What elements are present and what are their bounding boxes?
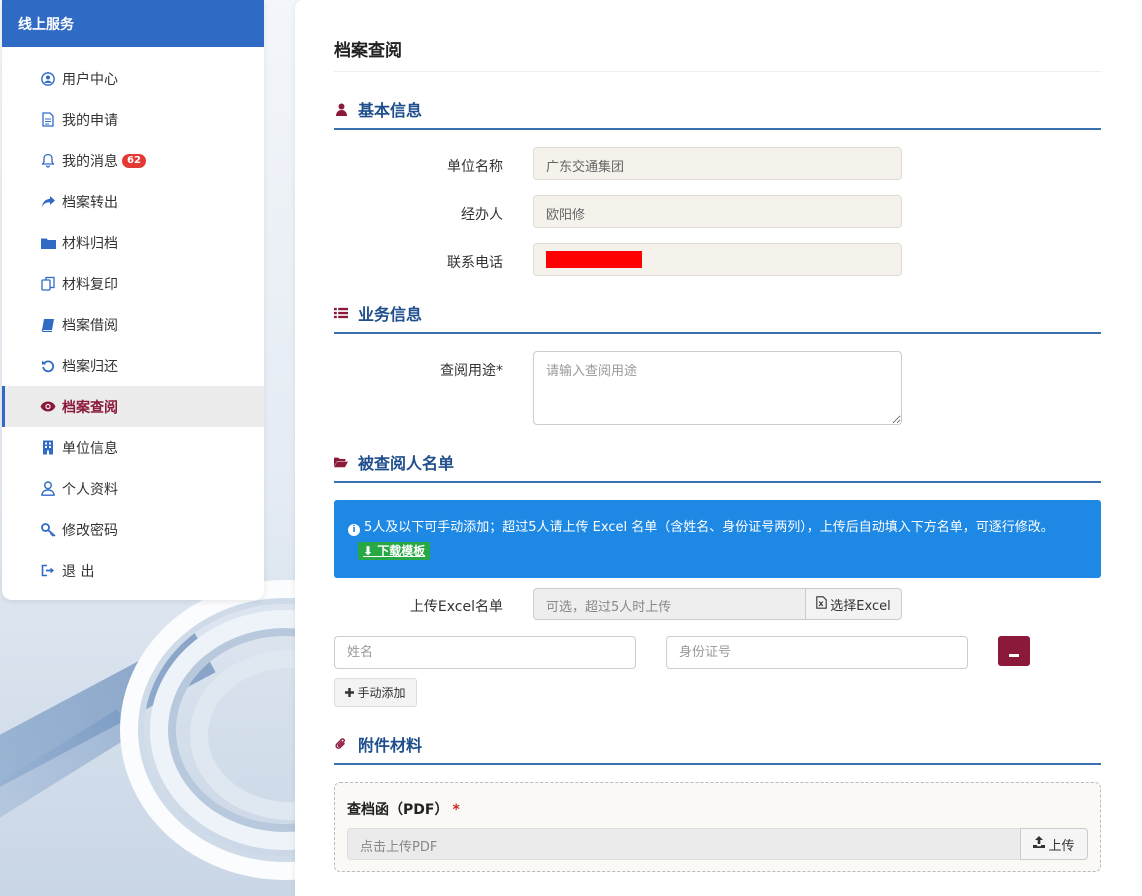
- sidebar-item-label: 材料复印: [62, 276, 118, 293]
- key-icon: [40, 522, 56, 538]
- main-panel: 档案查阅 基本信息 单位名称 广东交通集团 经办人 欧阳修 联系电话 业务信息 …: [295, 0, 1142, 896]
- upload-excel-label: 上传Excel名单: [409, 599, 503, 615]
- inquiry-letter-text: 查档函（PDF）: [347, 802, 449, 818]
- section-person-list: 被查阅人名单: [334, 449, 1101, 483]
- purpose-textarea[interactable]: [533, 351, 902, 425]
- person-name-input[interactable]: [334, 636, 636, 669]
- section-title: 附件材料: [358, 736, 423, 755]
- sidebar-item-user-center[interactable]: 用户中心: [2, 58, 264, 99]
- download-template-button[interactable]: ⬇ 下载模板: [358, 542, 431, 560]
- excel-upload-group: 可选，超过5人时上传 选择Excel: [533, 588, 902, 620]
- sidebar-item-label: 个人资料: [62, 481, 118, 498]
- sidebar-title: 线上服务: [2, 0, 264, 47]
- purpose-label: 查阅用途*: [440, 363, 503, 379]
- minus-icon: [1009, 642, 1019, 661]
- sidebar: 线上服务 用户中心 我的申请 我的消息 62 档案转出 材料归档 材料复印 档案…: [2, 0, 264, 600]
- remove-row-button[interactable]: [998, 636, 1030, 666]
- sidebar-item-logout[interactable]: 退 出: [2, 550, 264, 591]
- sidebar-item-change-password[interactable]: 修改密码: [2, 509, 264, 550]
- sidebar-item-my-messages[interactable]: 我的消息 62: [2, 140, 264, 181]
- attachment-dropzone: 查档函（PDF） * 点击上传PDF 上传: [334, 782, 1101, 872]
- folder-icon: [40, 235, 56, 251]
- excel-file-icon: [816, 595, 828, 613]
- upload-icon: [1033, 836, 1046, 852]
- sidebar-item-archive-inquiry[interactable]: 档案查阅: [2, 386, 264, 427]
- sidebar-item-label: 用户中心: [62, 71, 118, 88]
- undo-icon: [40, 358, 56, 374]
- handler-field: 欧阳修: [533, 195, 902, 228]
- unit-name-label: 单位名称: [447, 159, 503, 175]
- paperclip-icon: [334, 737, 348, 751]
- sidebar-item-label: 档案查阅: [62, 399, 118, 416]
- manual-add-label: 手动添加: [357, 686, 406, 700]
- handler-label: 经办人: [461, 207, 503, 223]
- sidebar-item-my-applications[interactable]: 我的申请: [2, 99, 264, 140]
- upload-pdf-label: 上传: [1048, 838, 1075, 854]
- download-template-label: 下载模板: [377, 544, 426, 558]
- copy-icon: [40, 276, 56, 292]
- manual-add-button[interactable]: 手动添加: [334, 678, 417, 707]
- plus-icon: [345, 686, 355, 700]
- sidebar-item-label: 材料归档: [62, 235, 118, 252]
- user-circle-icon: [40, 71, 56, 87]
- sidebar-item-archive-transfer[interactable]: 档案转出: [2, 181, 264, 222]
- sidebar-item-label: 单位信息: [62, 440, 118, 457]
- choose-excel-button[interactable]: 选择Excel: [805, 588, 902, 620]
- section-title: 基本信息: [358, 101, 423, 120]
- sidebar-item-label: 档案借阅: [62, 317, 118, 334]
- sidebar-item-material-copy[interactable]: 材料复印: [2, 263, 264, 304]
- sidebar-menu: 用户中心 我的申请 我的消息 62 档案转出 材料归档 材料复印 档案借阅 档案…: [2, 47, 264, 591]
- background-illustration: [0, 560, 300, 896]
- share-arrow-icon: [40, 194, 56, 210]
- user-icon: [334, 103, 348, 116]
- section-basic-info: 基本信息: [334, 96, 1101, 130]
- message-count-badge: 62: [122, 153, 146, 168]
- sidebar-item-archive-borrow[interactable]: 档案借阅: [2, 304, 264, 345]
- sidebar-item-label: 修改密码: [62, 522, 118, 539]
- section-attachments: 附件材料: [334, 731, 1101, 765]
- sign-out-icon: [40, 563, 56, 579]
- building-icon: [40, 440, 56, 456]
- phone-field: [533, 243, 902, 276]
- info-text: 5人及以下可手动添加；超过5人请上传 Excel 名单（含姓名、身份证号两列），…: [364, 520, 1054, 535]
- pdf-upload-group: 点击上传PDF 上传: [347, 828, 1088, 860]
- eye-icon: [40, 399, 56, 415]
- bell-icon: [40, 153, 56, 169]
- page-title: 档案查阅: [334, 41, 402, 61]
- download-icon: ⬇: [363, 544, 378, 558]
- sidebar-item-unit-info[interactable]: 单位信息: [2, 427, 264, 468]
- book-icon: [40, 317, 56, 333]
- sidebar-item-label: 档案归还: [62, 358, 118, 375]
- sidebar-item-archive-return[interactable]: 档案归还: [2, 345, 264, 386]
- redaction-block: [546, 251, 642, 268]
- sidebar-item-label: 我的申请: [62, 112, 118, 129]
- section-title: 被查阅人名单: [358, 454, 455, 473]
- pdf-upload-input[interactable]: 点击上传PDF: [347, 828, 1020, 860]
- upload-pdf-button[interactable]: 上传: [1020, 828, 1088, 860]
- sidebar-item-personal-profile[interactable]: 个人资料: [2, 468, 264, 509]
- info-icon: i: [348, 524, 360, 536]
- person-id-input[interactable]: [666, 636, 968, 669]
- excel-upload-input[interactable]: 可选，超过5人时上传: [533, 588, 805, 620]
- phone-label: 联系电话: [447, 255, 503, 271]
- unit-name-field: 广东交通集团: [533, 147, 902, 180]
- info-alert: i 5人及以下可手动添加；超过5人请上传 Excel 名单（含姓名、身份证号两列）…: [334, 500, 1101, 578]
- sidebar-item-label: 我的消息: [62, 153, 118, 170]
- sidebar-item-material-filing[interactable]: 材料归档: [2, 222, 264, 263]
- required-mark: *: [452, 802, 460, 818]
- person-icon: [40, 481, 56, 497]
- sidebar-item-label: 退 出: [62, 563, 95, 580]
- section-business-info: 业务信息: [334, 300, 1101, 334]
- section-title: 业务信息: [358, 305, 423, 324]
- inquiry-letter-label: 查档函（PDF） *: [347, 799, 460, 819]
- choose-excel-label: 选择Excel: [830, 598, 891, 614]
- folder-open-icon: [334, 456, 348, 468]
- list-icon: [334, 307, 348, 319]
- document-icon: [40, 112, 56, 128]
- title-divider: [334, 71, 1101, 72]
- sidebar-item-label: 档案转出: [62, 194, 118, 211]
